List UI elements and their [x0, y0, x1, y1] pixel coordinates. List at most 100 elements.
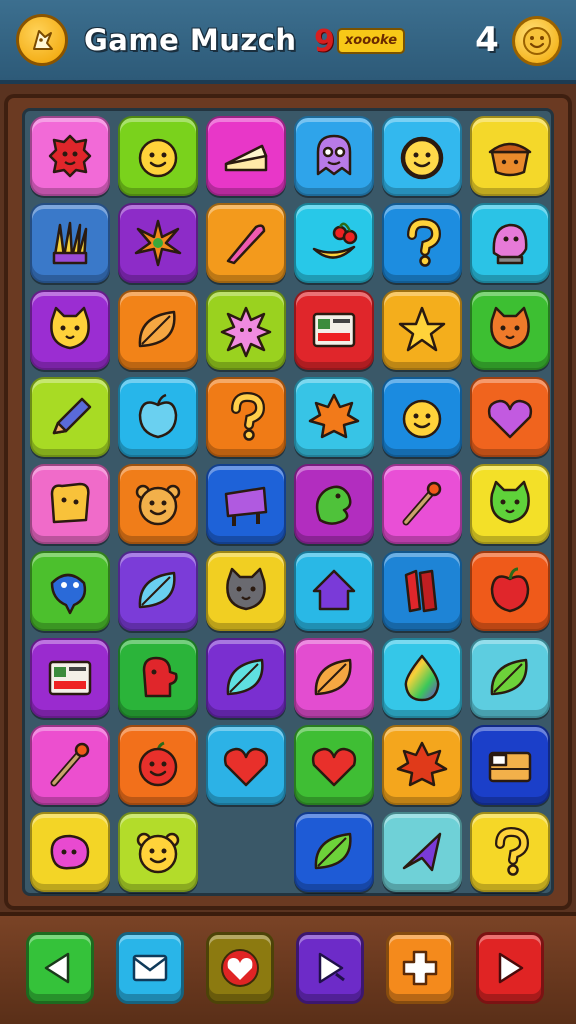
tile-signboard[interactable]: [206, 464, 286, 544]
tile-red-apple[interactable]: [470, 551, 550, 631]
tile-yellow-smiley[interactable]: [382, 377, 462, 457]
coin-button[interactable]: [512, 16, 562, 66]
pink-carrot-icon: [226, 224, 266, 265]
tile-window-panel[interactable]: [294, 290, 374, 370]
red-apple-face-icon: [138, 741, 178, 787]
tile-pink-carrot[interactable]: [206, 203, 286, 283]
red-heart-icon: [311, 747, 357, 787]
tile-pink-bean[interactable]: [30, 812, 110, 892]
tile-pink-bird[interactable]: [470, 203, 550, 283]
tile-green-dragon[interactable]: [294, 464, 374, 544]
tile-red-heart[interactable]: [206, 725, 286, 805]
maple-leaf-icon: [308, 393, 360, 439]
tile-yellow-star[interactable]: [382, 290, 462, 370]
bottom-toolbar: [0, 912, 576, 1024]
tile-red-blob-face[interactable]: [30, 116, 110, 196]
tile-purple-house[interactable]: [294, 551, 374, 631]
tile-pink-sun[interactable]: [206, 290, 286, 370]
tile-red-heart[interactable]: [294, 725, 374, 805]
tile-red-maple-leaf[interactable]: [382, 725, 462, 805]
tile-cake-slice[interactable]: [206, 116, 286, 196]
pink-bird-icon: [492, 223, 528, 265]
gray-cat-icon: [226, 567, 266, 611]
yellow-smiley-icon: [138, 138, 178, 178]
window-panel-icon: [312, 312, 356, 348]
banana-cherries-icon: [312, 222, 358, 259]
red-blob-face-icon: [48, 134, 92, 178]
tile-question-mark[interactable]: [382, 203, 462, 283]
purple-heart-icon: [487, 399, 533, 439]
tile-purple-ghost[interactable]: [294, 116, 374, 196]
orange-cat-icon: [490, 306, 530, 350]
orange-leaf-icon: [314, 658, 352, 696]
tile-maple-leaf[interactable]: [294, 377, 374, 457]
orange-leaf-icon: [138, 310, 176, 348]
red-apple-icon: [490, 567, 530, 613]
tile-orange-leaf[interactable]: [118, 290, 198, 370]
tile-gray-cat[interactable]: [206, 551, 286, 631]
tile-banana-cherries[interactable]: [294, 203, 374, 283]
tile-blue-leaf[interactable]: [118, 551, 198, 631]
tile-rainbow-drop[interactable]: [382, 638, 462, 718]
tile-wand[interactable]: [382, 464, 462, 544]
wand-icon: [402, 481, 442, 526]
plus-button[interactable]: [386, 932, 454, 1004]
logo-text: xoooke: [336, 28, 406, 54]
back-button[interactable]: [26, 932, 94, 1004]
tile-orange-star-burst[interactable]: [118, 203, 198, 283]
smiley-coin-icon: [523, 27, 551, 55]
question-mark-icon: [407, 217, 442, 267]
tile-teal-leaf[interactable]: [206, 638, 286, 718]
toast-icon: [50, 482, 90, 524]
play-cursor-button[interactable]: [296, 932, 364, 1004]
green-dragon-icon: [315, 485, 352, 525]
tile-question-mark[interactable]: [470, 812, 550, 892]
green-leaf-icon: [490, 658, 528, 696]
game-board: [22, 108, 554, 896]
tile-yellow-bear[interactable]: [118, 812, 198, 892]
tile-pencil[interactable]: [30, 377, 110, 457]
game-title: Game Muzch: [84, 23, 297, 57]
question-swirl-icon: [231, 391, 266, 441]
tile-yellow-cat[interactable]: [30, 290, 110, 370]
tile-green-leaf[interactable]: [470, 638, 550, 718]
tile-green-cat[interactable]: [470, 464, 550, 544]
tile-blue-apple[interactable]: [118, 377, 198, 457]
tile-window-panel[interactable]: [30, 638, 110, 718]
tile-red-mitten[interactable]: [118, 638, 198, 718]
star-chick-icon: [33, 30, 53, 50]
tile-red-apple-face[interactable]: [118, 725, 198, 805]
yellow-bear-icon: [136, 832, 180, 874]
tile-orange-cat[interactable]: [470, 290, 550, 370]
tile-orange-leaf[interactable]: [294, 638, 374, 718]
play-cursor-icon: [318, 952, 345, 984]
tile-red-book[interactable]: [382, 551, 462, 631]
bear-face-icon: [135, 484, 181, 526]
top-bar: Game Muzch 9 xoooke 4: [0, 0, 576, 84]
rainbow-drop-icon: [404, 654, 440, 702]
tile-treasure-box[interactable]: [470, 725, 550, 805]
purple-ghost-icon: [316, 134, 352, 176]
tile-green-leaf[interactable]: [294, 812, 374, 892]
tile-toast[interactable]: [30, 464, 110, 544]
tile-question-swirl[interactable]: [206, 377, 286, 457]
tile-blue-fish[interactable]: [30, 551, 110, 631]
tile-book-fan[interactable]: [30, 203, 110, 283]
book-fan-icon: [52, 221, 88, 265]
purple-arrow-icon: [402, 832, 442, 872]
mail-button[interactable]: [116, 932, 184, 1004]
tile-wand[interactable]: [30, 725, 110, 805]
pink-bean-icon: [50, 834, 90, 870]
tile-purple-arrow[interactable]: [382, 812, 462, 892]
heart-button[interactable]: [206, 932, 274, 1004]
tile-bear-face[interactable]: [118, 464, 198, 544]
menu-button[interactable]: [16, 14, 68, 66]
next-button[interactable]: [476, 932, 544, 1004]
tile-yellow-smiley[interactable]: [118, 116, 198, 196]
yellow-smiley-icon: [402, 399, 442, 439]
tile-yellow-flower-face[interactable]: [382, 116, 462, 196]
tile-purple-heart[interactable]: [470, 377, 550, 457]
cake-slice-icon: [224, 144, 268, 172]
tile-acorn-pot[interactable]: [470, 116, 550, 196]
yellow-cat-icon: [50, 306, 90, 350]
